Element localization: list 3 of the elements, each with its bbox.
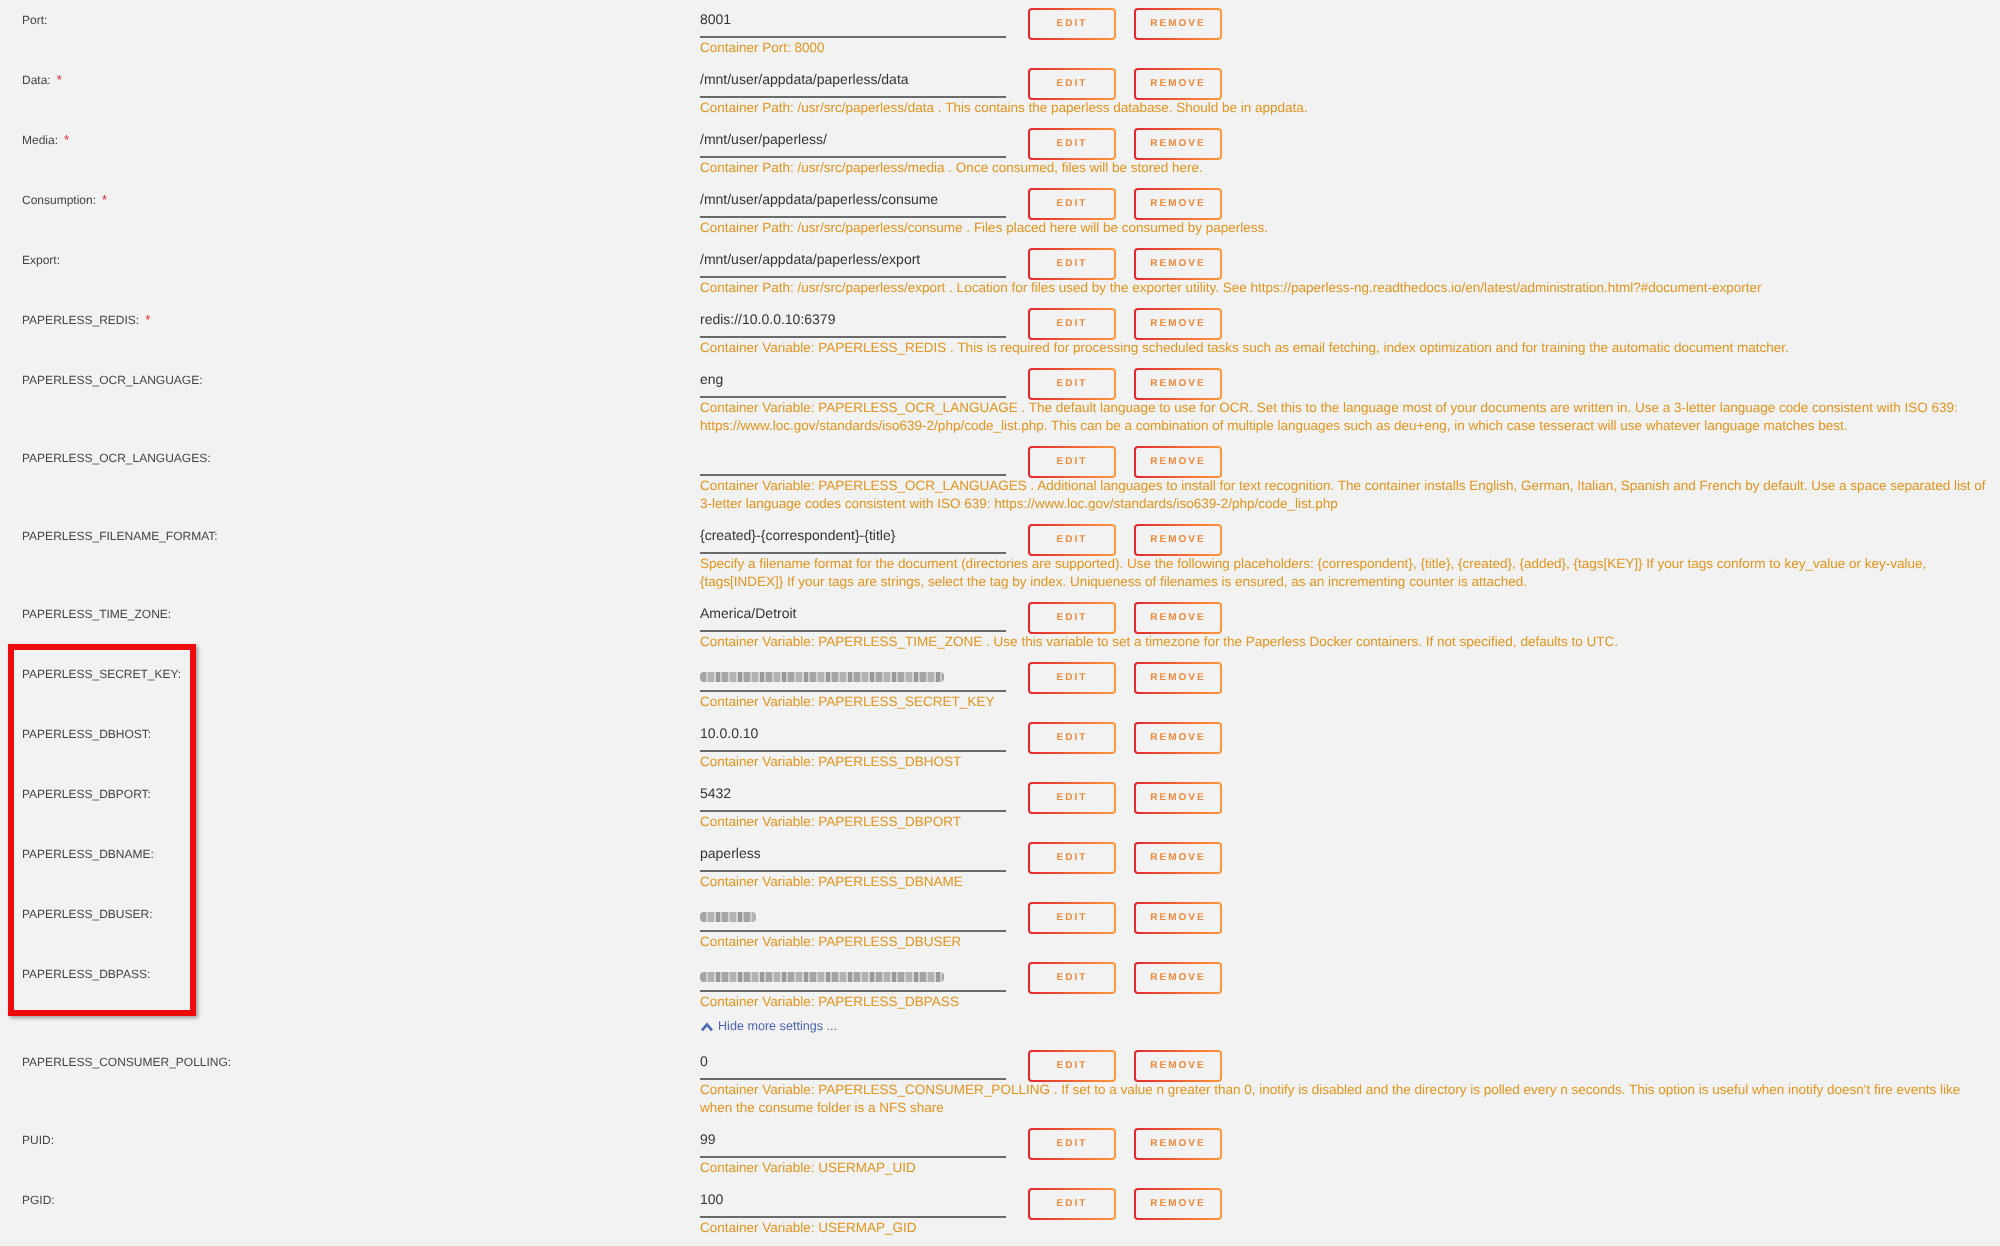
- blurred-text-icon: [700, 671, 944, 681]
- blurred-text-icon: [700, 911, 756, 921]
- blurred-text-icon: [700, 971, 944, 981]
